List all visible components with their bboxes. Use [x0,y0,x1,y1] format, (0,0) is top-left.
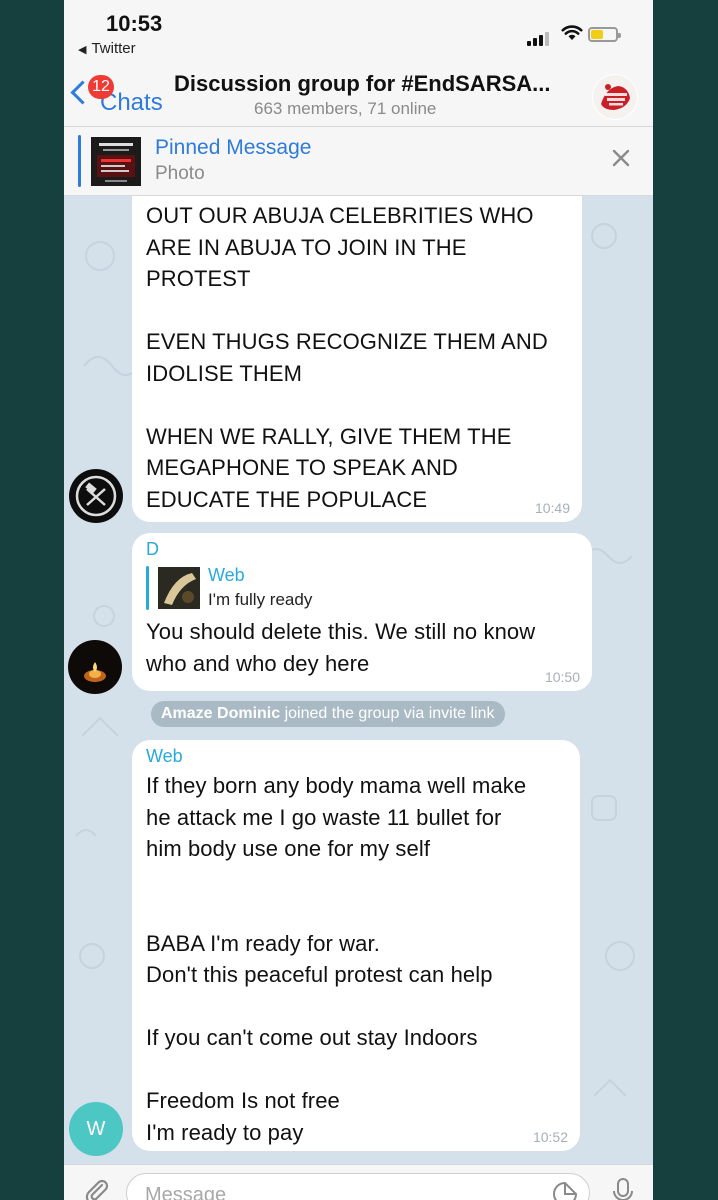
reply-accent-bar [146,566,149,610]
close-icon[interactable] [610,147,632,169]
pinned-title: Pinned Message [155,136,312,159]
sender-name: Web [146,746,183,766]
message-time: 10:49 [534,500,570,516]
chat-header: Chats 12 Discussion group for #EndSARSA.… [64,62,653,127]
group-title[interactable]: Discussion group for #EndSARSA... [174,71,574,97]
message-list[interactable]: OUT OUR ABUJA CELEBRITIES WHO ARE IN ABU… [64,196,653,1164]
reply-sender-name: Web [208,565,245,585]
hammer-logo-icon [70,470,122,522]
pinned-subtitle: Photo [155,163,205,184]
message-text: OUT OUR ABUJA CELEBRITIES WHO ARE IN ABU… [146,203,548,512]
sender-avatar[interactable]: W [69,1102,123,1156]
message-text: If they born any body mama well make he … [146,773,527,1145]
candle-photo-icon [69,641,121,693]
sender-avatar[interactable] [69,469,123,523]
group-logo-icon [593,75,637,119]
group-avatar[interactable] [592,74,638,120]
paperclip-icon[interactable] [82,1177,110,1200]
sender-avatar[interactable] [68,640,122,694]
clock: 10:53 [106,11,163,36]
back-to-app-link[interactable]: ◀ Twitter [78,40,136,57]
reply-preview[interactable]: Web I'm fully ready [146,564,578,614]
battery-icon [588,27,621,42]
reply-text: I'm fully ready [208,590,313,609]
back-triangle-icon: ◀ [78,44,87,56]
message-bubble[interactable]: Web If they born any body mama well make… [132,740,580,1151]
pinned-accent-bar [78,135,81,187]
avatar-letter: W [86,1118,106,1140]
service-action-text: joined the group via invite link [284,705,495,722]
message-input-field[interactable] [126,1173,590,1200]
wifi-icon [561,25,583,40]
compose-bar [64,1164,653,1200]
message-time: 10:50 [544,669,580,685]
message-input[interactable] [143,1183,527,1200]
status-bar: 10:53 ◀ Twitter [64,0,653,62]
service-message: Amaze Dominic joined the group via invit… [151,701,505,727]
joined-user-name[interactable]: Amaze Dominic [161,705,280,722]
message-bubble[interactable]: OUT OUR ABUJA CELEBRITIES WHO ARE IN ABU… [132,196,582,522]
microphone-icon[interactable] [612,1177,634,1200]
sender-name: D [146,539,159,559]
message-text: You should delete this. We still no know… [146,619,536,676]
pinned-message-bar[interactable]: Pinned Message Photo [64,127,653,196]
reply-photo-thumbnail [158,567,200,609]
back-app-label: Twitter [91,40,136,57]
sticker-icon[interactable] [552,1181,578,1200]
pinned-photo-thumbnail [91,137,141,186]
cellular-signal-icon [527,28,551,46]
message-time: 10:52 [532,1129,568,1145]
group-member-count: 663 members, 71 online [254,99,437,118]
telegram-app: 10:53 ◀ Twitter Chats 12 Discussion group… [64,0,653,1200]
unread-badge: 12 [88,75,114,99]
message-bubble[interactable]: D Web I'm fully ready You should delete … [132,533,592,691]
